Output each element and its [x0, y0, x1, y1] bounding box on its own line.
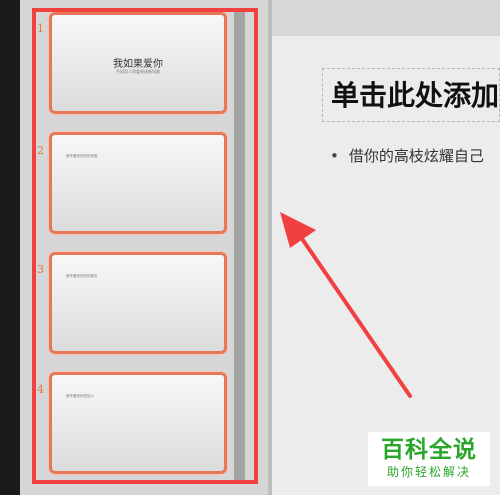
- bullet-text: 借你的高枝炫耀自己: [348, 147, 484, 165]
- watermark-logo: 百科全说 助你轻松解决: [368, 432, 490, 486]
- thumbnail-title: 我如果爱你: [113, 59, 163, 70]
- slide-number: 1: [37, 22, 44, 35]
- slide-thumbnail-3[interactable]: 我不爱你还你的能去: [49, 252, 227, 354]
- title-placeholder[interactable]: 单击此处添加标题: [322, 68, 500, 122]
- slide-number: 2: [37, 144, 44, 157]
- annotation-arrow-icon: [280, 212, 412, 398]
- logo-sub-text: 助你轻松解决: [386, 465, 471, 479]
- slide-number: 3: [37, 263, 44, 276]
- editor-top-strip: [272, 0, 500, 36]
- panel-scrollbar[interactable]: [234, 10, 245, 484]
- thumbnail-subtitle: 不如用人同爱秘诀新叫剧: [116, 69, 160, 74]
- slide-number: 4: [37, 383, 44, 396]
- thumbnail-bullet: 我不爱你还你的能去: [66, 274, 98, 278]
- logo-main-text: 百科全说: [381, 437, 477, 463]
- thumbnail-bullet: 我不爱你你还如人: [66, 394, 94, 398]
- thumbnail-bullet: 我不爱你还你的安宽: [66, 154, 98, 158]
- slide-thumbnail-1[interactable]: 我如果爱你 不如用人同爱秘诀新叫剧: [49, 12, 227, 114]
- window-left-edge: [0, 0, 20, 495]
- content-placeholder[interactable]: • 借你的高枝炫耀自己: [330, 145, 500, 166]
- slide-thumbnail-4[interactable]: 我不爱你你还如人: [49, 372, 227, 474]
- bullet-icon: •: [330, 147, 339, 165]
- slide-thumbnail-2[interactable]: 我不爱你还你的安宽: [49, 132, 227, 234]
